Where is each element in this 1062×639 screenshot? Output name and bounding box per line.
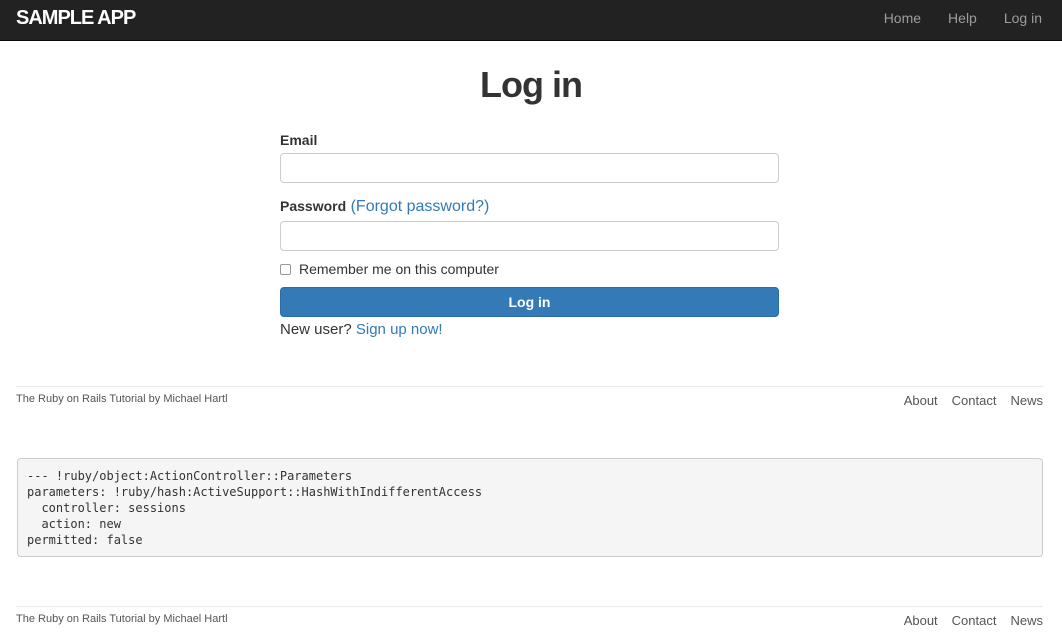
footer-links: About Contact News [890, 393, 1043, 408]
debug-line: --- !ruby/object:ActionController::Param… [27, 469, 353, 483]
password-label: Password [280, 198, 347, 214]
remember-me-checkbox[interactable] [280, 263, 291, 275]
password-field[interactable] [280, 221, 779, 251]
footer-links: About Contact News [890, 613, 1043, 628]
remember-me-row: Remember me on this computer [280, 261, 779, 277]
footer-duplicate: The Ruby on Rails Tutorial by Michael Ha… [16, 606, 1043, 636]
debug-line: action: new [27, 517, 121, 531]
remember-me-label: Remember me on this computer [299, 261, 499, 277]
nav-login-link[interactable]: Log in [1004, 10, 1042, 26]
footer-about-link[interactable]: About [904, 393, 938, 408]
signup-link[interactable]: Sign up now! [356, 321, 443, 338]
footer-contact-link[interactable]: Contact [952, 393, 997, 408]
footer-about-link[interactable]: About [904, 613, 938, 628]
new-user-line: New user? Sign up now! [280, 321, 779, 338]
top-navbar: sample app Home Help Log in [0, 0, 1062, 41]
debug-line: controller: sessions [27, 501, 186, 515]
nav-help-link[interactable]: Help [948, 10, 977, 26]
nav-menu: Home Help Log in [857, 10, 1042, 26]
debug-params-block: --- !ruby/object:ActionController::Param… [17, 458, 1043, 557]
footer: The Ruby on Rails Tutorial by Michael Ha… [16, 386, 1043, 416]
forgot-password-link[interactable]: (Forgot password?) [351, 198, 490, 215]
footer-news-link[interactable]: News [1010, 393, 1043, 408]
footer-credit: The Ruby on Rails Tutorial by Michael Ha… [16, 393, 228, 405]
email-label: Email [280, 132, 318, 148]
new-user-text: New user? [280, 321, 352, 338]
footer-credit: The Ruby on Rails Tutorial by Michael Ha… [16, 613, 228, 625]
debug-line: permitted: false [27, 533, 143, 547]
app-logo[interactable]: sample app [16, 7, 136, 30]
nav-home-link[interactable]: Home [884, 10, 921, 26]
footer-contact-link[interactable]: Contact [952, 613, 997, 628]
debug-line: parameters: !ruby/hash:ActiveSupport::Ha… [27, 485, 483, 499]
login-form: Email Password (Forgot password?) Rememb… [280, 132, 779, 338]
page-title: Log in [480, 64, 583, 105]
footer-news-link[interactable]: News [1010, 613, 1043, 628]
email-field[interactable] [280, 153, 779, 183]
password-label-row: Password (Forgot password?) [280, 198, 779, 216]
login-button[interactable]: Log in [280, 287, 779, 317]
